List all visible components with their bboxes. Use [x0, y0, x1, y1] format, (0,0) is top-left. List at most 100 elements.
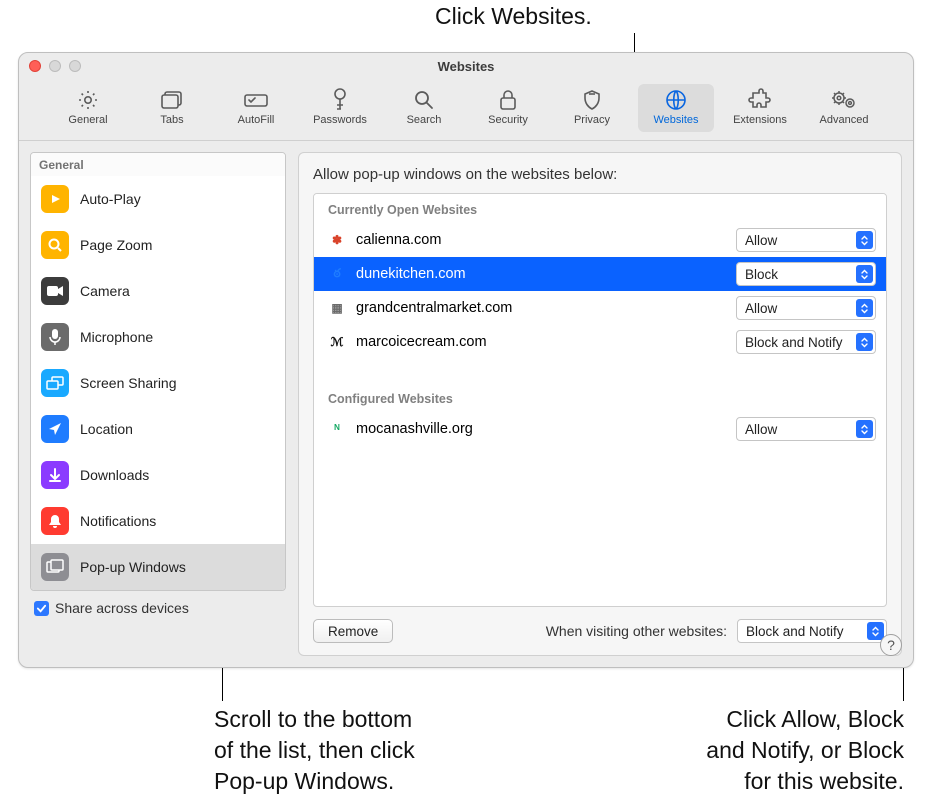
sidebar-item-downloads[interactable]: Downloads: [31, 452, 285, 498]
pop-up-windows-icon: [41, 553, 69, 581]
favicon-icon: ᴺ: [328, 420, 346, 438]
tab-autofill[interactable]: AutoFill: [218, 84, 294, 132]
website-domain: marcoicecream.com: [356, 334, 726, 350]
permission-popup[interactable]: Block and Notify: [736, 330, 876, 354]
website-domain: dunekitchen.com: [356, 266, 726, 282]
extensions-icon: [748, 88, 772, 112]
help-button[interactable]: ?: [880, 634, 902, 656]
callout-bl-3: Pop-up Windows.: [214, 766, 415, 797]
category-sidebar: General Auto-PlayPage ZoomCameraMicropho…: [30, 152, 286, 591]
autofill-icon: [243, 88, 269, 112]
tab-advanced[interactable]: Advanced: [806, 84, 882, 132]
sidebar-item-label: Screen Sharing: [80, 375, 177, 391]
sidebar-item-label: Notifications: [80, 513, 156, 529]
favicon-icon: ▦: [328, 299, 346, 317]
advanced-icon: [830, 88, 858, 112]
popup-value: Allow: [745, 422, 856, 437]
website-row[interactable]: ℳmarcoicecream.comBlock and Notify: [314, 325, 886, 359]
microphone-icon: [41, 323, 69, 351]
page-zoom-icon: [41, 231, 69, 259]
passwords-icon: [330, 88, 350, 112]
permission-popup[interactable]: Allow: [736, 417, 876, 441]
tab-tabs[interactable]: Tabs: [134, 84, 210, 132]
website-domain: calienna.com: [356, 232, 726, 248]
sidebar-item-label: Page Zoom: [80, 237, 152, 253]
security-icon: [498, 88, 518, 112]
permission-popup[interactable]: Allow: [736, 296, 876, 320]
panel-title: Allow pop-up windows on the websites bel…: [313, 166, 887, 183]
general-icon: [76, 88, 100, 112]
tab-extensions[interactable]: Extensions: [722, 84, 798, 132]
minimize-button[interactable]: [49, 60, 61, 72]
websites-list: Currently Open Websites ✽calienna.comAll…: [313, 193, 887, 607]
popup-value: Block: [745, 267, 856, 282]
titlebar: Websites: [19, 53, 913, 79]
callout-br-1: Click Allow, Block: [706, 704, 904, 735]
sidebar-item-microphone[interactable]: Microphone: [31, 314, 285, 360]
sidebar-item-pop-up-windows[interactable]: Pop-up Windows: [31, 544, 285, 590]
zoom-button[interactable]: [69, 60, 81, 72]
privacy-icon: [581, 88, 603, 112]
location-icon: [41, 415, 69, 443]
tab-general[interactable]: General: [50, 84, 126, 132]
camera-icon: [41, 277, 69, 305]
window-title: Websites: [19, 59, 913, 74]
popup-value: Allow: [745, 233, 856, 248]
sidebar-item-auto-play[interactable]: Auto-Play: [31, 176, 285, 222]
callout-br-2: and Notify, or Block: [706, 735, 904, 766]
sidebar-item-label: Pop-up Windows: [80, 559, 186, 575]
other-websites-popup[interactable]: Block and Notify: [737, 619, 887, 643]
chevron-up-down-icon: [856, 333, 873, 351]
callout-bl-1: Scroll to the bottom: [214, 704, 415, 735]
sidebar-item-location[interactable]: Location: [31, 406, 285, 452]
auto-play-icon: [41, 185, 69, 213]
website-domain: grandcentralmarket.com: [356, 300, 726, 316]
website-row[interactable]: ▦ grandcentralmarket.com Allow: [314, 291, 886, 325]
sidebar-item-label: Microphone: [80, 329, 153, 345]
websites-icon: [664, 88, 688, 112]
tab-websites[interactable]: Websites: [638, 84, 714, 132]
close-button[interactable]: [29, 60, 41, 72]
tab-security[interactable]: Security: [470, 84, 546, 132]
tab-label: Tabs: [160, 114, 183, 126]
tab-privacy[interactable]: Privacy: [554, 84, 630, 132]
other-websites-label: When visiting other websites:: [546, 623, 727, 639]
chevron-up-down-icon: [856, 420, 873, 438]
callout-top: Click Websites.: [435, 1, 592, 32]
share-label: Share across devices: [55, 600, 189, 616]
tab-label: Advanced: [820, 114, 869, 126]
preferences-window: Websites General Tabs AutoFill Passwords Sea…: [18, 52, 914, 668]
permission-popup[interactable]: Allow: [736, 228, 876, 252]
sidebar-item-notifications[interactable]: Notifications: [31, 498, 285, 544]
tab-search[interactable]: Search: [386, 84, 462, 132]
website-row[interactable]: ᴺ mocanashville.org Allow: [314, 412, 886, 446]
tab-passwords[interactable]: Passwords: [302, 84, 378, 132]
sidebar-item-label: Auto-Play: [80, 191, 141, 207]
tabs-icon: [159, 88, 185, 112]
tab-label: Privacy: [574, 114, 610, 126]
open-websites-header: Currently Open Websites: [314, 194, 886, 223]
chevron-up-down-icon: [856, 231, 873, 249]
notifications-icon: [41, 507, 69, 535]
sidebar-item-screen-sharing[interactable]: Screen Sharing: [31, 360, 285, 406]
tab-label: Passwords: [313, 114, 367, 126]
callout-bl-2: of the list, then click: [214, 735, 415, 766]
popup-value: Block and Notify: [745, 335, 856, 350]
tab-label: Extensions: [733, 114, 787, 126]
configured-websites-header: Configured Websites: [314, 383, 886, 412]
sidebar-item-label: Downloads: [80, 467, 149, 483]
checkbox-icon: [34, 601, 49, 616]
preferences-toolbar: General Tabs AutoFill Passwords Search Securi…: [19, 79, 913, 141]
tab-label: General: [68, 114, 107, 126]
screen-sharing-icon: [41, 369, 69, 397]
tab-label: Security: [488, 114, 528, 126]
remove-button[interactable]: Remove: [313, 619, 393, 643]
sidebar-item-camera[interactable]: Camera: [31, 268, 285, 314]
sidebar-item-page-zoom[interactable]: Page Zoom: [31, 222, 285, 268]
website-domain: mocanashville.org: [356, 421, 726, 437]
website-row[interactable]: ✽calienna.comAllow: [314, 223, 886, 257]
website-row[interactable]: ఠdunekitchen.comBlock: [314, 257, 886, 291]
permission-popup[interactable]: Block: [736, 262, 876, 286]
search-icon: [413, 88, 435, 112]
share-across-devices-checkbox[interactable]: Share across devices: [30, 591, 286, 616]
